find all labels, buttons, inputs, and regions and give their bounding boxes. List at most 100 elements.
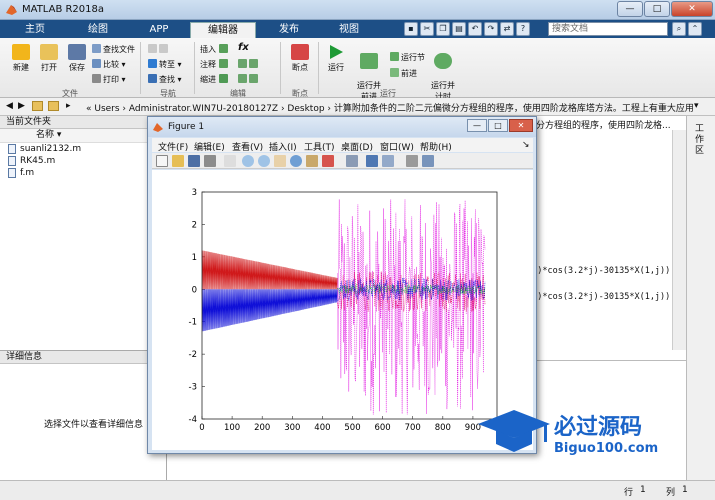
workspace-side-strip[interactable]: 工作区 (686, 116, 715, 480)
run-time-button[interactable]: 运行并 计时 (428, 44, 458, 102)
switch-windows-icon[interactable]: ⇄ (500, 22, 514, 36)
fx-button[interactable]: fx (238, 42, 249, 53)
minimize-button[interactable]: — (617, 1, 643, 17)
up-folder-icon[interactable] (32, 101, 43, 111)
path-dropdown-icon[interactable]: ▾ (694, 101, 699, 111)
figure-minimize-button[interactable]: — (467, 119, 487, 132)
tab-home[interactable]: 主页 (4, 22, 66, 38)
print-figure-icon[interactable] (204, 155, 216, 167)
comment-button[interactable]: 注释 (200, 59, 230, 70)
indent-button[interactable]: 缩进 (200, 74, 230, 85)
help-icon[interactable]: ? (516, 22, 530, 36)
list-item[interactable]: suanli2132.m (0, 143, 166, 155)
smart-indent-button[interactable] (238, 74, 260, 84)
tab-editor[interactable]: 编辑器 (190, 22, 256, 38)
save-figure-icon[interactable] (188, 155, 200, 167)
search-icon[interactable]: ⌕ (672, 22, 686, 36)
edit-plot-icon[interactable] (224, 155, 236, 167)
tab-plots[interactable]: 绘图 (68, 22, 128, 38)
maximize-button[interactable]: □ (644, 1, 670, 17)
col-label: 列 (666, 488, 676, 498)
logo-text: 必过源码 (554, 414, 642, 440)
m-file-icon (8, 168, 16, 178)
tab-publish[interactable]: 发布 (258, 22, 320, 38)
tab-view[interactable]: 视图 (322, 22, 376, 38)
nav-back-icons[interactable] (148, 44, 170, 54)
pan-icon[interactable] (274, 155, 286, 167)
paste-icon[interactable]: ▤ (452, 22, 466, 36)
menu-desktop[interactable]: 桌面(D) (341, 140, 373, 153)
link-plot-icon[interactable] (346, 155, 358, 167)
new-button[interactable]: 新建 (8, 44, 34, 73)
brush-icon[interactable] (322, 155, 334, 167)
back-arrow-icon[interactable]: ◀ (6, 101, 13, 111)
open-button[interactable]: 打开 (36, 44, 62, 73)
x-tick-label: 800 (435, 423, 451, 433)
find-files-button[interactable]: 查找文件 (92, 44, 135, 55)
m-file-icon (8, 144, 16, 154)
ribbon-tab-bar: 主页 绘图 APP 编辑器 发布 视图 ▪ ✂ ❐ ▤ ↶ ↷ ⇄ ? 搜索文档… (0, 20, 715, 38)
zoom-in-icon[interactable] (242, 155, 254, 167)
menu-file[interactable]: 文件(F) (158, 140, 188, 153)
series-line-2 (337, 199, 486, 415)
history-dropdown-icon[interactable]: ▸ (66, 101, 71, 111)
menu-window[interactable]: 窗口(W) (380, 140, 414, 153)
indent-icon (218, 74, 228, 83)
code-line[interactable]: 03)*cos(3.2*j)-30135*X(1,j)) (527, 266, 670, 276)
window-titlebar: MATLAB R2018a — □ ✕ (0, 0, 715, 20)
cut-icon[interactable]: ✂ (420, 22, 434, 36)
percent-icon-button[interactable] (238, 59, 260, 69)
ribbon-collapse-icon[interactable]: ⌃ (688, 22, 702, 36)
name-column-header[interactable]: 名称 ▾ (0, 129, 166, 143)
run-button[interactable]: 运行 (322, 44, 350, 73)
list-item[interactable]: f.m (0, 167, 166, 179)
y-tick-label: 0 (192, 285, 197, 295)
menu-view[interactable]: 查看(V) (232, 140, 263, 153)
menu-insert[interactable]: 插入(I) (269, 140, 297, 153)
ribbon-separator (280, 42, 281, 94)
print-button[interactable]: 打印 ▾ (92, 74, 126, 85)
figure-close-button[interactable]: ✕ (509, 119, 533, 132)
open-file-icon[interactable] (172, 155, 184, 167)
legend-icon[interactable] (382, 155, 394, 167)
y-tick-label: 3 (192, 188, 197, 198)
save-button[interactable]: 保存 (64, 44, 90, 73)
breakpoints-button[interactable]: 断点 (286, 44, 314, 73)
data-cursor-icon[interactable] (306, 155, 318, 167)
redo-icon[interactable]: ↷ (484, 22, 498, 36)
save-quick-icon[interactable]: ▪ (404, 22, 418, 36)
close-button[interactable]: ✕ (671, 1, 713, 17)
list-item[interactable]: RK45.m (0, 155, 166, 167)
run-section-button[interactable]: 运行节 (390, 52, 425, 63)
browse-folder-icon[interactable] (48, 101, 59, 111)
open-folder-icon (40, 44, 58, 60)
new-figure-icon[interactable] (156, 155, 168, 167)
insert-button[interactable]: 插入 (200, 44, 230, 55)
search-input[interactable]: 搜索文档 (548, 22, 668, 36)
colorbar-icon[interactable] (366, 155, 378, 167)
menu-tools[interactable]: 工具(T) (304, 140, 335, 153)
figure-maximize-button[interactable]: □ (488, 119, 508, 132)
goto-button[interactable]: 转至 ▾ (148, 59, 182, 70)
hide-plot-tools-icon[interactable] (406, 155, 418, 167)
menu-edit[interactable]: 编辑(E) (194, 140, 225, 153)
show-plot-tools-icon[interactable] (422, 155, 434, 167)
x-tick-label: 400 (314, 423, 330, 433)
details-message: 选择文件以查看详细信息 (44, 420, 144, 430)
zoom-out-icon[interactable] (258, 155, 270, 167)
copy-icon[interactable]: ❐ (436, 22, 450, 36)
undo-icon[interactable]: ↶ (468, 22, 482, 36)
current-path[interactable]: « Users › Administrator.WIN7U-20180127Z … (86, 101, 694, 114)
menu-help[interactable]: 帮助(H) (420, 140, 452, 153)
compare-button[interactable]: 比较 ▾ (92, 59, 126, 70)
forward-arrow-icon[interactable]: ▶ (18, 101, 25, 111)
wrap-comments-icon (249, 59, 258, 68)
find-button[interactable]: 查找 ▾ (148, 74, 182, 85)
editor-scrollbar[interactable] (672, 130, 686, 350)
tab-apps[interactable]: APP (130, 22, 188, 38)
rotate-3d-icon[interactable] (290, 155, 302, 167)
advance-button[interactable]: 前进 (390, 68, 417, 79)
menu-dock-arrow-icon[interactable]: ↘ (522, 140, 530, 150)
code-line[interactable]: 03)*cos(3.2*j)-30135*X(1,j)) (527, 292, 670, 302)
ribbon-panel: 新建 打开 保存 查找文件 比较 ▾ 打印 ▾ 文件 转至 ▾ 查找 ▾ 导航 … (0, 38, 715, 101)
